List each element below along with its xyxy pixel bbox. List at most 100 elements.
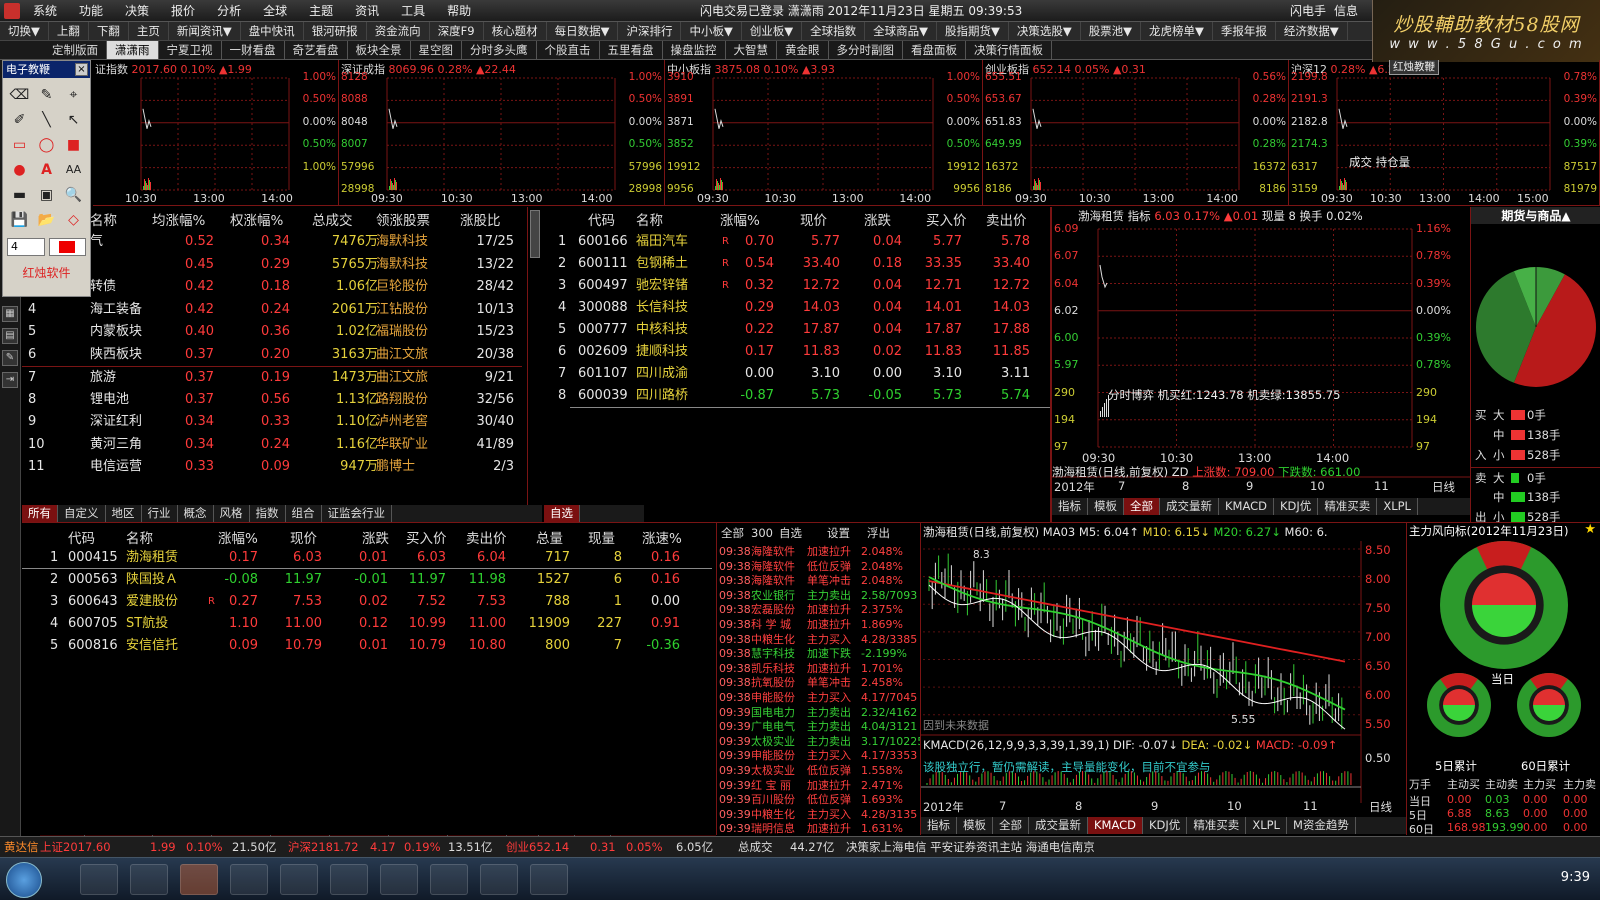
index-chart-sme[interactable]: 中小板指 3875.08 0.10% ▲3.93 3910 3891 3871 3852… bbox=[665, 60, 983, 206]
tab-golden-eye[interactable]: 黄金眼 bbox=[777, 41, 829, 59]
kline-tab[interactable]: 指标 bbox=[921, 817, 957, 834]
signal-row[interactable]: 09:39 申能股份 主力买入 4.17/3353 bbox=[717, 748, 920, 763]
menu-quote[interactable]: 报价 bbox=[160, 0, 206, 22]
tab-yicai[interactable]: 一财看盘 bbox=[222, 41, 285, 59]
sector-tab[interactable]: 概念 bbox=[178, 505, 214, 522]
toolbar-gem-board[interactable]: 创业板▼ bbox=[742, 22, 803, 40]
strip-grid-icon[interactable]: ▦ bbox=[2, 306, 18, 322]
signal-filter-tab[interactable]: 300 bbox=[751, 523, 773, 543]
self-row[interactable]: 1 000415 渤海租赁 0.17 6.03 0.01 6.03 6.04 717 8 0.16 bbox=[22, 547, 712, 569]
tick-tab[interactable]: XLPL bbox=[1377, 498, 1418, 515]
quote-row[interactable]: 5 000777 中核科技 0.22 17.87 0.04 17.87 17.88 bbox=[544, 319, 1048, 341]
tab-monitor[interactable]: 操盘监控 bbox=[663, 41, 726, 59]
tick-tab[interactable]: KMACD bbox=[1219, 498, 1275, 515]
tick-chart-panel[interactable]: 渤海租赁 指标 6.03 0.17% ▲0.01 现量 8 换手 0.02% 6.… bbox=[1051, 207, 1470, 522]
tick-tab[interactable]: 模板 bbox=[1088, 498, 1124, 515]
zoom-icon[interactable]: 🔍 bbox=[60, 182, 87, 207]
tick-tab[interactable]: 成交量新 bbox=[1160, 498, 1219, 515]
sector-row[interactable]: 11 电信运营 0.33 0.09 947万 鹏博士 2/3 bbox=[22, 456, 522, 478]
sector-tab[interactable]: 风格 bbox=[214, 505, 250, 522]
signal-row[interactable]: 09:38 慧宇科技 加速下跌 -2.199% bbox=[717, 646, 920, 661]
quote-row[interactable]: 4 300088 长信科技 0.29 14.03 0.04 14.01 14.03 bbox=[544, 297, 1048, 319]
menu-news[interactable]: 资讯 bbox=[344, 0, 390, 22]
sector-tab[interactable]: 地区 bbox=[106, 505, 142, 522]
pen-size-select[interactable]: 4 bbox=[7, 238, 45, 256]
self-row[interactable]: 5 600816 安信信托 0.09 10.79 0.01 10.79 10.80 800 7 -0… bbox=[22, 635, 712, 657]
strip-export-icon[interactable]: ⇥ bbox=[2, 372, 18, 388]
toolbar-flash-news[interactable]: 盘中快讯 bbox=[241, 22, 304, 40]
tick-tab[interactable]: 精准买卖 bbox=[1318, 498, 1378, 515]
toolbar-page-down[interactable]: 下翻 bbox=[89, 22, 129, 40]
sector-row[interactable]: 气 0.52 0.34 7476万 海默科技 17/25 bbox=[22, 231, 522, 253]
tab-self-select[interactable]: 自选 bbox=[544, 505, 580, 522]
index-chart-shanghai[interactable]: 证指数 2017.60 0.10% ▲1.99 1.00% 0.50% 0.00% 0.… bbox=[93, 60, 339, 206]
sector-row[interactable]: 转债 0.42 0.18 1.06亿 巨轮股份 28/42 bbox=[22, 276, 522, 298]
kline-tab[interactable]: 全部 bbox=[993, 817, 1029, 834]
signal-row[interactable]: 09:38 凯乐科技 加速拉升 1.701% bbox=[717, 661, 920, 676]
sector-row[interactable]: 10 黄河三角 0.34 0.24 1.16亿 华联矿业 41/89 bbox=[22, 434, 522, 456]
toolbar-index-futures[interactable]: 股指期货▼ bbox=[937, 22, 1009, 40]
toolbar-research[interactable]: 银河研报 bbox=[304, 22, 367, 40]
quote-row[interactable]: 7 601107 四川成渝 0.00 3.10 0.00 3.10 3.11 bbox=[544, 363, 1048, 385]
tab-qiyi[interactable]: 奇艺看盘 bbox=[285, 41, 348, 59]
save-icon[interactable]: 💾 bbox=[6, 207, 33, 232]
menu-global[interactable]: 全球 bbox=[252, 0, 298, 22]
signal-row[interactable]: 09:38 申能股份 主力买入 4.17/7045 bbox=[717, 690, 920, 705]
target-icon[interactable]: ⌖ bbox=[60, 82, 87, 107]
taskbar-chat-icon[interactable] bbox=[480, 864, 518, 895]
toolbar-reports[interactable]: 季报年报 bbox=[1213, 22, 1276, 40]
signal-row[interactable]: 09:39 太极实业 主力卖出 3.17/10225 bbox=[717, 734, 920, 749]
quote-row[interactable]: 2 600111 包钢稀土 R 0.54 33.40 0.18 33.35 33.40 bbox=[544, 253, 1048, 275]
tab-custom-layout[interactable]: 定制版面 bbox=[44, 41, 107, 59]
self-row[interactable]: 2 000563 陕国投Ａ -0.08 11.97 -0.01 11.97 11.98 1527… bbox=[22, 569, 712, 591]
menu-flash-hand[interactable]: 闪电手 bbox=[1290, 0, 1326, 22]
toolbar-core-topic[interactable]: 核心题材 bbox=[484, 22, 547, 40]
start-button-icon[interactable] bbox=[6, 862, 42, 898]
bar-icon[interactable]: ▬ bbox=[6, 182, 33, 207]
index-chart-shenzhen[interactable]: 深证成指 8069.96 0.28% ▲22.44 8128 8088 8048 800… bbox=[339, 60, 665, 206]
menu-help[interactable]: 帮助 bbox=[436, 0, 482, 22]
pen-icon[interactable]: ✎ bbox=[33, 82, 60, 107]
signal-row[interactable]: 09:39 太极实业 低位反弹 1.558% bbox=[717, 763, 920, 778]
toolbar-home[interactable]: 主页 bbox=[129, 22, 169, 40]
kline-tab[interactable]: 成交量新 bbox=[1029, 817, 1088, 834]
quote-row[interactable]: 8 600039 四川路桥 -0.87 5.73 -0.05 5.73 5.74 bbox=[544, 385, 1048, 407]
toolbar-switch[interactable]: 切换▼ bbox=[0, 22, 49, 40]
sector-tab[interactable]: 自定义 bbox=[58, 505, 106, 522]
signal-row[interactable]: 09:39 国电电力 主力卖出 2.32/4162 bbox=[717, 705, 920, 720]
signal-row[interactable]: 09:38 宏磊股份 加速拉升 2.375% bbox=[717, 602, 920, 617]
text-size-icon[interactable]: AA bbox=[60, 157, 87, 182]
tab-decision-board[interactable]: 决策行情面板 bbox=[966, 41, 1052, 59]
kline-tab[interactable]: XLPL bbox=[1246, 817, 1287, 834]
signal-row[interactable]: 09:38 海隆软件 单笔冲击 2.048% bbox=[717, 573, 920, 588]
tick-tab[interactable]: KDJ优 bbox=[1274, 498, 1319, 515]
signal-row[interactable]: 09:39 广电电气 主力卖出 4.04/3121 bbox=[717, 719, 920, 734]
sector-scrollbar[interactable] bbox=[530, 210, 540, 258]
toolbar-news[interactable]: 新闻资讯▼ bbox=[169, 22, 241, 40]
signal-filter-tab[interactable]: 浮出 bbox=[867, 523, 890, 543]
taskbar-folder-icon[interactable] bbox=[280, 864, 318, 895]
taskbar-media-icon[interactable] bbox=[380, 864, 418, 895]
kline-tab[interactable]: KMACD bbox=[1088, 817, 1144, 834]
toolbar-depth[interactable]: 深度F9 bbox=[430, 22, 484, 40]
menu-decision[interactable]: 决策 bbox=[114, 0, 160, 22]
taskbar-trading-icon[interactable] bbox=[180, 864, 218, 895]
quote-row[interactable]: 6 002609 捷顺科技 0.17 11.83 0.02 11.83 11.85 bbox=[544, 341, 1048, 363]
line-icon[interactable]: ╲ bbox=[33, 107, 60, 132]
tab-stock-direct[interactable]: 个股直击 bbox=[537, 41, 600, 59]
toolbar-page-up[interactable]: 上翻 bbox=[49, 22, 89, 40]
tab-board[interactable]: 看盘面板 bbox=[903, 41, 966, 59]
strip-chart-icon[interactable]: ▤ bbox=[2, 328, 18, 344]
signal-filter-tab[interactable]: 全部 bbox=[721, 523, 744, 543]
screen-icon[interactable]: ▣ bbox=[33, 182, 60, 207]
sector-row[interactable]: 8 锂电池 0.37 0.56 1.13亿 路翔股份 32/56 bbox=[22, 389, 522, 411]
menu-function[interactable]: 功能 bbox=[68, 0, 114, 22]
signal-row[interactable]: 09:38 中粮生化 主力买入 4.28/3385 bbox=[717, 632, 920, 647]
toolbar-fund-flow[interactable]: 资金流向 bbox=[367, 22, 430, 40]
sector-tab[interactable]: 行业 bbox=[142, 505, 178, 522]
menu-system[interactable]: 系统 bbox=[22, 0, 68, 22]
pencil-icon[interactable]: ✐ bbox=[6, 107, 33, 132]
sector-row[interactable]: 0.45 0.29 5765万 海默科技 13/22 bbox=[22, 254, 522, 276]
kline-tab[interactable]: M资金趋势 bbox=[1287, 817, 1356, 834]
tick-tab[interactable]: 指标 bbox=[1052, 498, 1088, 515]
